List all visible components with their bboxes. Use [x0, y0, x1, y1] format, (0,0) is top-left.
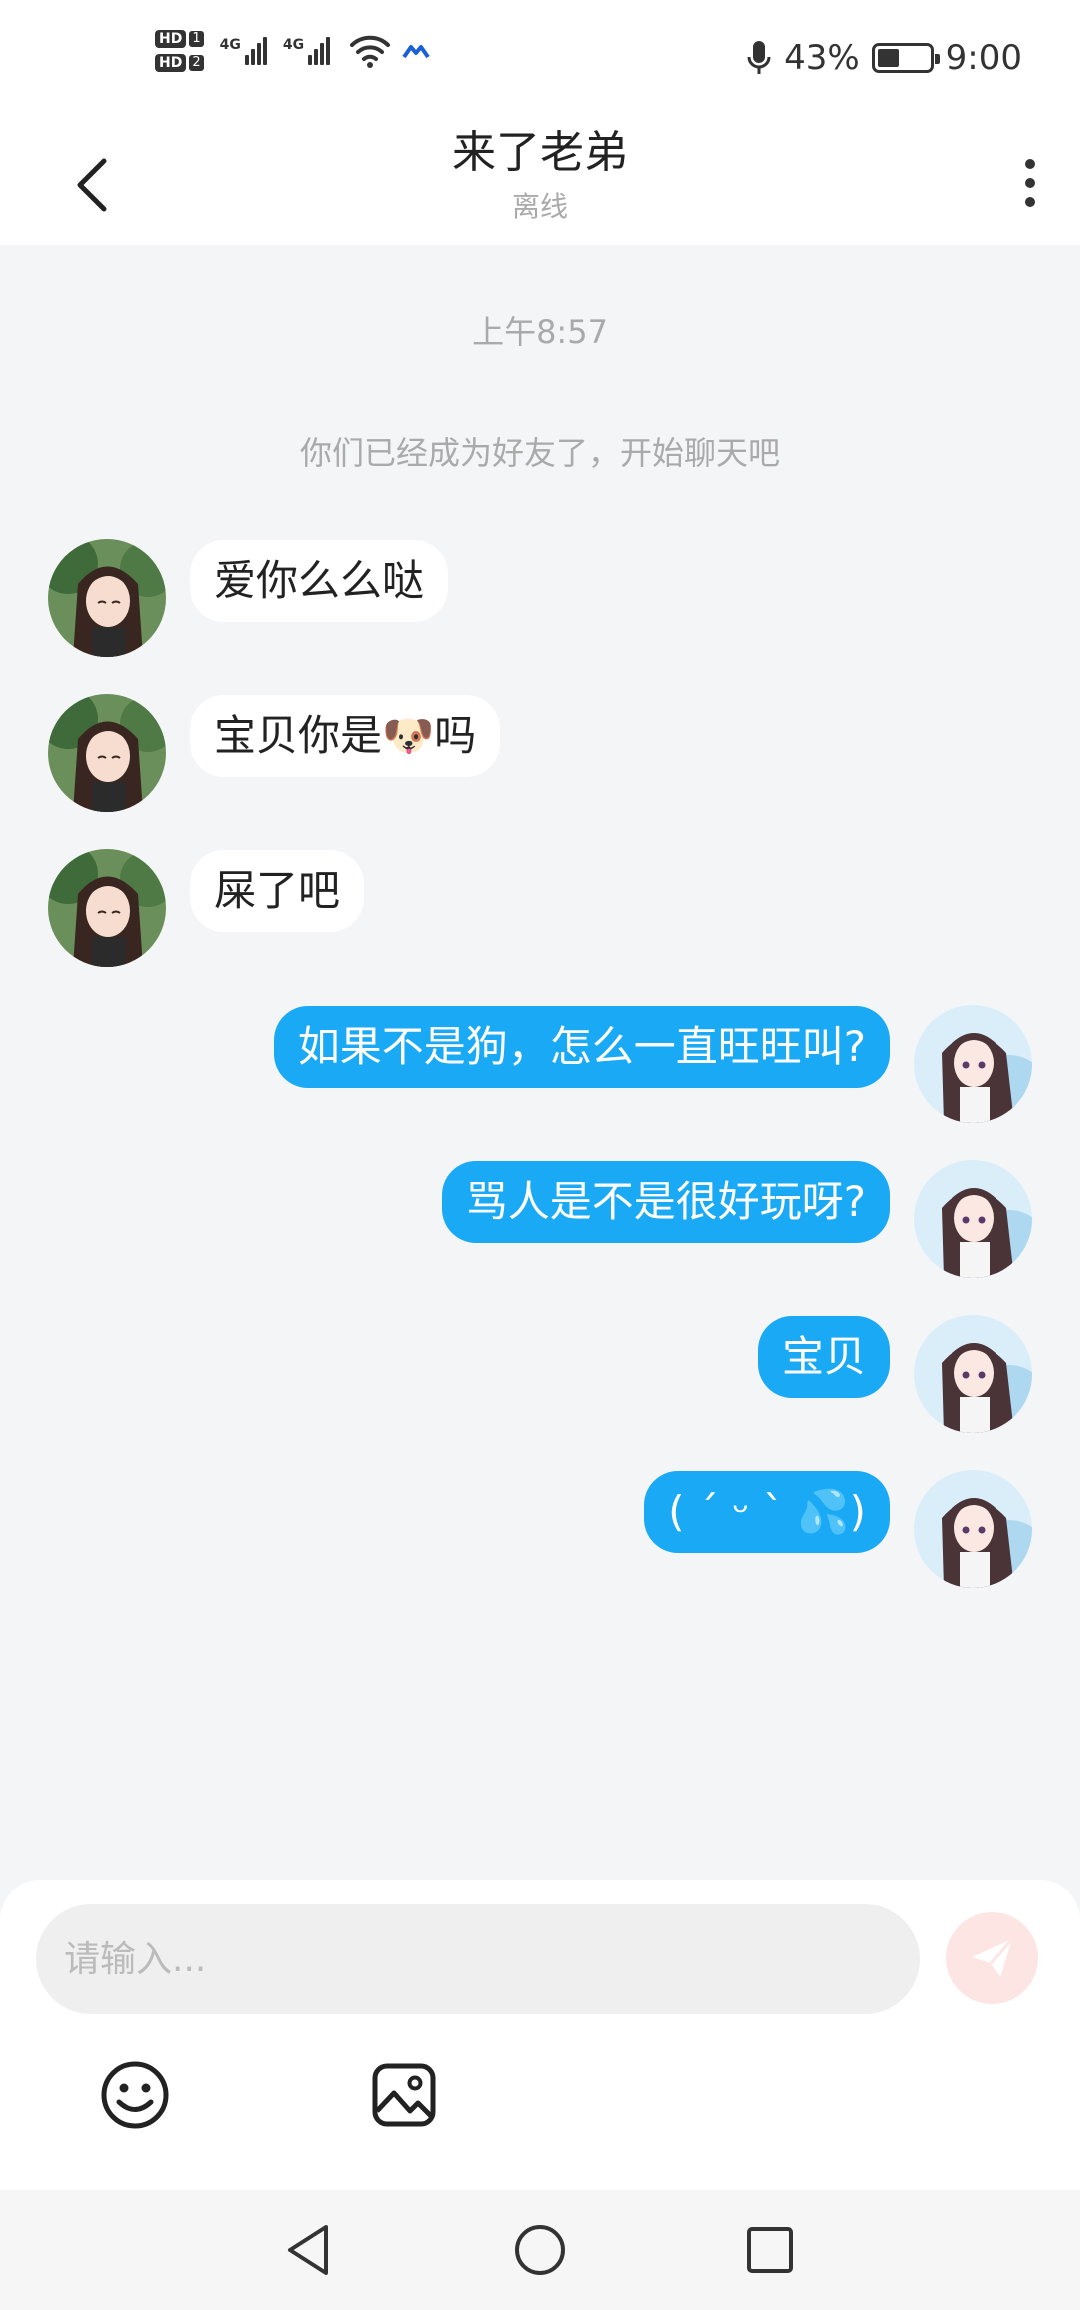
nav-back-button[interactable] — [273, 2215, 343, 2285]
user-avatar[interactable] — [914, 1160, 1032, 1278]
message-received: 宝贝你是🐶吗 — [48, 694, 501, 812]
sim2-hd-icon: HD 2 — [155, 54, 204, 72]
message-input[interactable] — [36, 1904, 920, 2014]
nav-home-icon — [515, 2225, 565, 2275]
status-left: HD 1 HD 2 4G 4G — [155, 30, 430, 72]
page-title: 来了老弟 — [452, 127, 628, 178]
wifi-icon — [350, 35, 391, 68]
microphone-icon — [747, 41, 771, 74]
message-sent: 宝贝 — [757, 1315, 1032, 1433]
back-button[interactable] — [62, 150, 122, 220]
user-avatar[interactable] — [914, 1470, 1032, 1588]
more-vertical-icon — [1025, 159, 1035, 169]
contact-avatar[interactable] — [48, 539, 166, 657]
nav-home-button[interactable] — [505, 2215, 575, 2285]
clock: 9:00 — [945, 38, 1022, 78]
emoji-button[interactable] — [95, 2055, 175, 2135]
online-status: 离线 — [511, 190, 568, 223]
contact-avatar[interactable] — [48, 694, 166, 812]
emoji-icon — [101, 2061, 169, 2129]
battery-percent: 43% — [784, 38, 860, 78]
message-bubble[interactable]: 宝贝你是🐶吗 — [190, 695, 501, 777]
user-avatar[interactable] — [914, 1315, 1032, 1433]
signal-icon: 4G — [220, 37, 267, 65]
system-message: 你们已经成为好友了，开始聊天吧 — [299, 434, 780, 472]
signal-icon: 4G — [283, 37, 331, 65]
message-received: 爱你么么哒 — [48, 539, 449, 657]
chat-header: 来了老弟 离线 — [0, 125, 1080, 245]
timestamp: 上午8:57 — [472, 313, 608, 351]
image-button[interactable] — [364, 2055, 444, 2135]
user-avatar[interactable] — [914, 1005, 1032, 1123]
message-sent: 骂人是不是很好玩呀? — [441, 1160, 1032, 1278]
more-button[interactable] — [1000, 148, 1060, 218]
chevron-left-icon — [77, 158, 107, 212]
chat-area[interactable]: 上午8:57 你们已经成为好友了，开始聊天吧 爱你么么哒 宝贝你是🐶吗 屎了吧 … — [0, 245, 1080, 1880]
status-bar: HD 1 HD 2 4G 4G 43% 9:00 — [0, 0, 1080, 125]
message-bubble[interactable]: ( ´ ᵕ ` 💦) — [644, 1471, 890, 1553]
sim-indicators: HD 1 HD 2 — [155, 30, 204, 72]
sim1-hd-icon: HD 1 — [155, 30, 204, 48]
message-bubble[interactable]: 如果不是狗，怎么一直旺旺叫? — [273, 1006, 890, 1088]
status-right: 43% 9:00 — [746, 38, 1022, 78]
message-bubble[interactable]: 宝贝 — [757, 1316, 890, 1398]
input-bar — [0, 1880, 1080, 2190]
nav-recents-icon — [747, 2227, 793, 2273]
message-received: 屎了吧 — [48, 849, 365, 967]
message-bubble[interactable]: 爱你么么哒 — [190, 540, 449, 622]
message-sent: ( ´ ᵕ ` 💦) — [644, 1470, 1032, 1588]
nav-back-icon — [288, 2225, 328, 2275]
data-arrow-icon — [402, 45, 430, 59]
message-bubble[interactable]: 屎了吧 — [190, 850, 365, 932]
image-icon — [372, 2063, 436, 2127]
nav-recents-button[interactable] — [735, 2215, 805, 2285]
message-sent: 如果不是狗，怎么一直旺旺叫? — [273, 1005, 1032, 1123]
contact-avatar[interactable] — [48, 849, 166, 967]
battery-icon — [871, 43, 940, 73]
system-nav-bar — [0, 2190, 1080, 2310]
send-icon — [972, 1938, 1014, 1977]
message-bubble[interactable]: 骂人是不是很好玩呀? — [441, 1161, 890, 1243]
send-button[interactable] — [946, 1912, 1038, 2004]
